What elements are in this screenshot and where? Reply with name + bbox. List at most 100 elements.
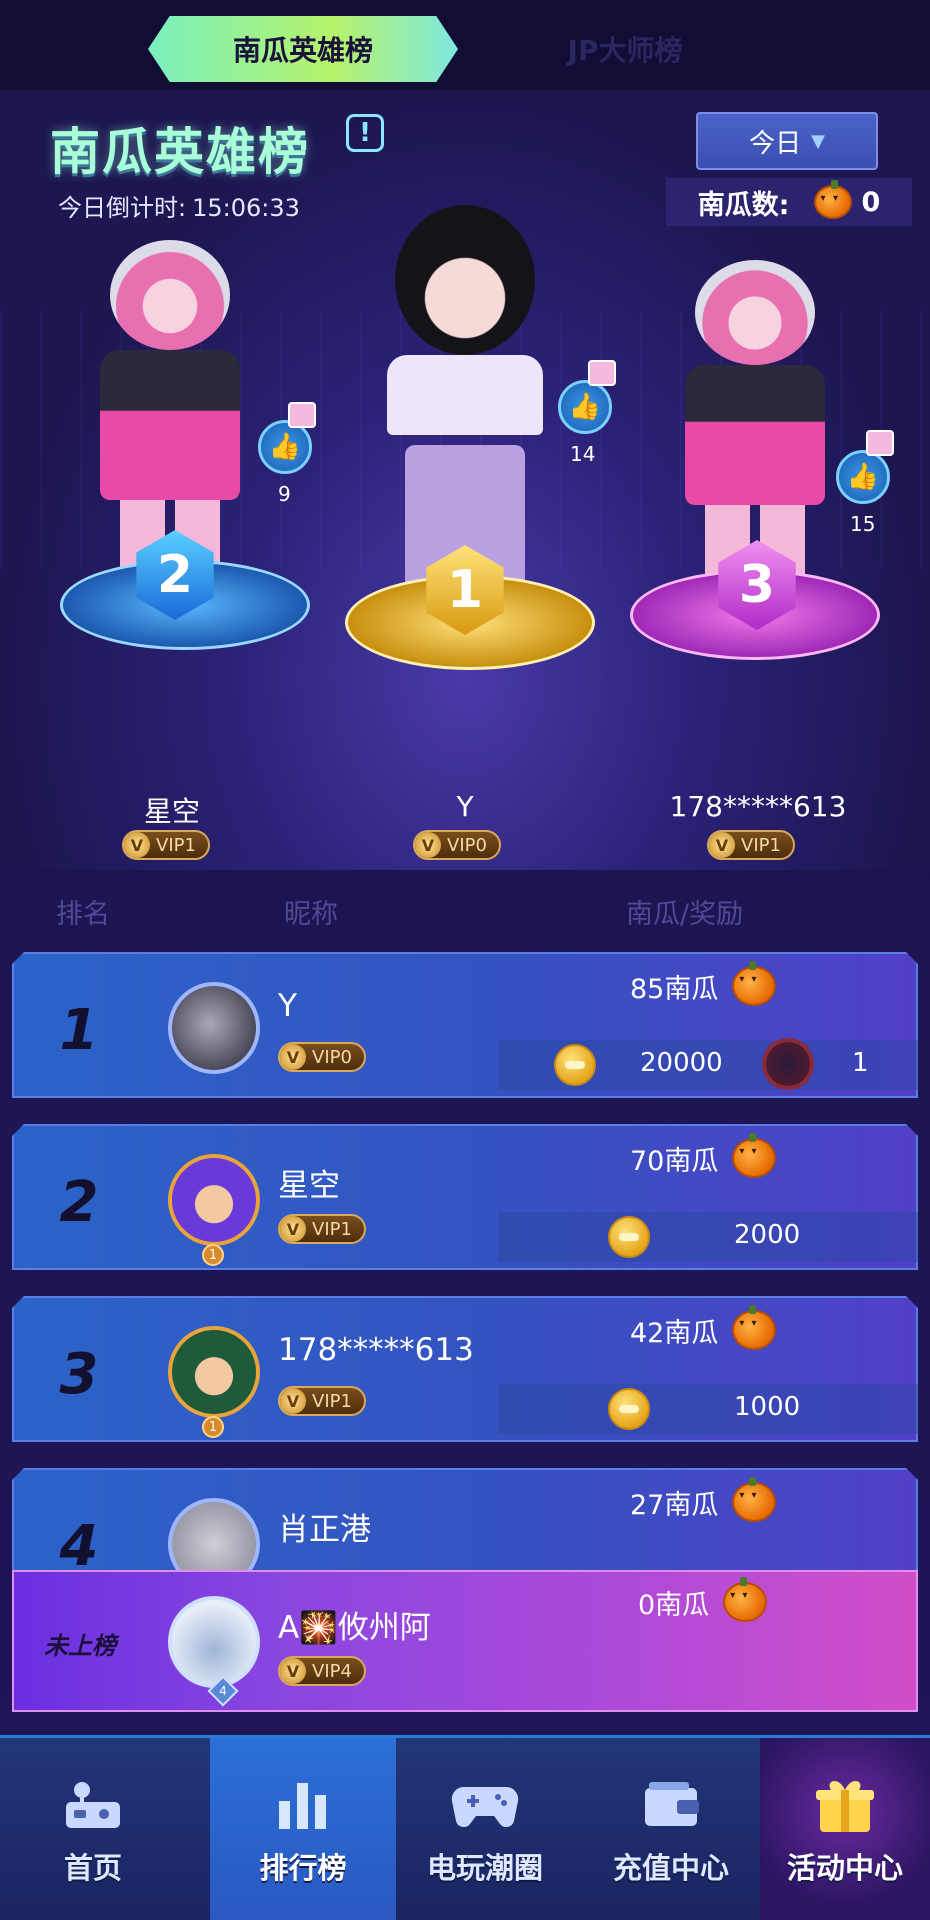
character-head — [110, 240, 230, 350]
vip-level: VIP0 — [312, 1046, 352, 1068]
bar-chart-icon — [268, 1775, 338, 1835]
countdown-value: 15:06:33 — [192, 194, 300, 222]
row-nickname: 星空 — [278, 1168, 340, 1204]
row-pumpkins: 27南瓜 — [630, 1477, 777, 1522]
chevron-down-icon: ▼ — [811, 130, 825, 152]
row-pumpkins: 70南瓜 — [630, 1133, 777, 1178]
row-vip: V VIP4 — [278, 1656, 366, 1686]
ranking-table-header: 排名 昵称 南瓜/奖励 — [0, 884, 930, 934]
pumpkin-icon — [813, 180, 852, 219]
my-rank-label: 未上榜 — [44, 1632, 116, 1660]
reward-strip: 20000 1 — [498, 1038, 918, 1090]
avatar[interactable] — [168, 982, 260, 1074]
nav-home[interactable]: 首页 — [0, 1738, 186, 1920]
header-rank: 排名 — [56, 899, 110, 930]
character-head — [695, 260, 815, 365]
nav-recharge-center[interactable]: 充值中心 — [578, 1738, 764, 1920]
nav-label: 排行榜 — [259, 1850, 347, 1885]
coin-amount: 2000 — [734, 1220, 801, 1250]
like-count-2: 9 — [278, 482, 291, 506]
podium-vip-1: V VIP0 — [413, 830, 501, 860]
character-body — [685, 365, 825, 505]
avatar[interactable] — [168, 1154, 260, 1246]
arcade-joystick-icon — [58, 1775, 128, 1835]
row-rank: 2 — [59, 1170, 99, 1235]
nav-leaderboard[interactable]: 排行榜 — [210, 1738, 396, 1920]
avatar[interactable] — [168, 1326, 260, 1418]
vip-icon: V — [280, 1658, 306, 1684]
like-button-2[interactable]: 👍 — [258, 420, 312, 474]
nav-label: 电玩潮圈 — [426, 1850, 543, 1885]
pumpkin-amount: 0南瓜 — [638, 1589, 710, 1621]
app-root: 南瓜英雄榜 JP大师榜 南瓜英雄榜 ! 今日倒计时: 15:06:33 今日 ▼ 南… — [0, 0, 930, 1920]
gift-icon — [288, 402, 316, 428]
nav-activity-center[interactable]: 活动中心 — [760, 1738, 930, 1920]
podium-vip-3: V VIP1 — [707, 830, 795, 860]
vip-icon: V — [415, 832, 441, 858]
vip-level: VIP1 — [156, 834, 196, 856]
like-count-3: 15 — [850, 512, 876, 536]
nav-label: 活动中心 — [786, 1850, 903, 1885]
row-vip: V VIP0 — [278, 1042, 366, 1072]
nav-label: 首页 — [63, 1850, 122, 1885]
character-body — [100, 350, 240, 500]
header-nickname: 昵称 — [284, 899, 338, 930]
gift-icon — [866, 430, 894, 456]
pumpkin-amount: 42南瓜 — [630, 1317, 719, 1349]
row-rank: 3 — [59, 1342, 99, 1407]
row-nickname: Y — [278, 988, 297, 1024]
coin-icon — [554, 1044, 596, 1086]
nav-label: 充值中心 — [612, 1850, 729, 1885]
tab-pumpkin-heroes[interactable]: 南瓜英雄榜 — [148, 16, 458, 82]
gift-box-icon — [810, 1775, 880, 1835]
tab-jp-masters[interactable]: JP大师榜 — [520, 16, 730, 82]
avatar[interactable] — [168, 1596, 260, 1688]
vip-level: VIP1 — [312, 1390, 352, 1412]
pumpkin-count-label: 南瓜数: — [697, 189, 790, 221]
vip-icon: V — [280, 1044, 306, 1070]
header-reward: 南瓜/奖励 — [626, 899, 744, 930]
like-count-1: 14 — [570, 442, 596, 466]
table-row[interactable]: 3 1 178*****613 V VIP1 42南瓜 1000 — [12, 1296, 918, 1442]
nav-gaming-circle[interactable]: 电玩潮圈 — [392, 1738, 578, 1920]
like-button-1[interactable]: 👍 — [558, 380, 612, 434]
my-rank-row[interactable]: 未上榜 4 A🎇攸州阿 V VIP4 0南瓜 — [12, 1570, 918, 1712]
character-body — [387, 355, 543, 435]
vip-level: VIP1 — [312, 1218, 352, 1240]
vip-icon: V — [280, 1216, 306, 1242]
podium-name-2: 星空 — [143, 795, 200, 828]
coin-icon — [608, 1388, 650, 1430]
info-icon[interactable]: ! — [346, 114, 384, 152]
vip-icon: V — [709, 832, 735, 858]
period-dropdown[interactable]: 今日 ▼ — [696, 112, 878, 170]
row-nickname: A🎇攸州阿 — [278, 1610, 431, 1646]
podium-vip-2: V VIP1 — [122, 830, 210, 860]
pumpkin-count-value: 0 — [861, 186, 881, 218]
row-vip: V VIP1 — [278, 1386, 366, 1416]
vip-level: VIP0 — [447, 834, 487, 856]
pumpkin-icon — [723, 1577, 768, 1622]
gamepad-icon — [450, 1775, 520, 1835]
like-button-3[interactable]: 👍 — [836, 450, 890, 504]
gift-icon — [588, 360, 616, 386]
row-pumpkins: 42南瓜 — [630, 1305, 777, 1350]
period-value: 今日 — [749, 128, 802, 159]
reward-strip: 2000 — [498, 1212, 918, 1262]
vip-level: VIP1 — [741, 834, 781, 856]
reward-strip: 1000 — [498, 1384, 918, 1434]
table-row[interactable]: 2 1 星空 V VIP1 70南瓜 2000 — [12, 1124, 918, 1270]
pumpkin-amount: 70南瓜 — [630, 1145, 719, 1177]
coin-amount: 1000 — [734, 1392, 801, 1422]
countdown-timer: 今日倒计时: 15:06:33 — [52, 188, 300, 223]
table-row[interactable]: 1 Y V VIP0 85南瓜 20000 1 — [12, 952, 918, 1098]
countdown-label: 今日倒计时: — [58, 194, 187, 222]
pumpkin-amount: 85南瓜 — [630, 973, 719, 1005]
podium-name-1: Y — [456, 790, 474, 823]
avatar-frame-icon — [762, 1038, 814, 1090]
podium-hero: 南瓜英雄榜 ! 今日倒计时:15:06:33 今日▼ 南瓜数:0 2 👍 9 星… — [0, 90, 930, 870]
frame-count: 1 — [852, 1048, 869, 1078]
coin-icon — [608, 1216, 650, 1258]
avatar-level-badge: 1 — [202, 1416, 224, 1438]
pumpkin-icon — [732, 1305, 777, 1350]
page-title: 南瓜英雄榜 — [50, 123, 310, 181]
